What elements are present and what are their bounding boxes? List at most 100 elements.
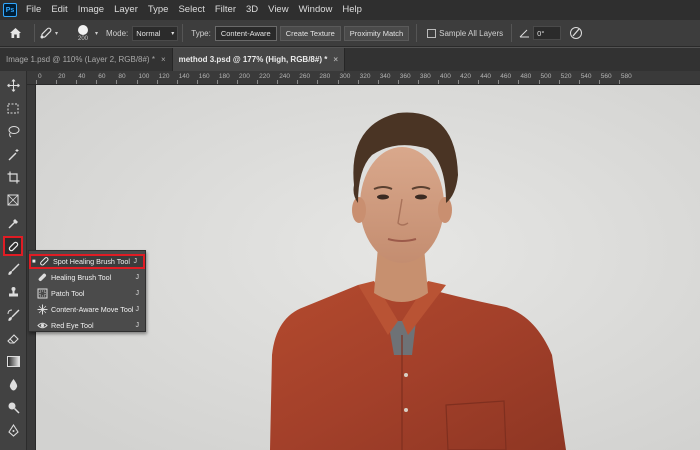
ruler-tick-mark [417,80,419,84]
options-bar: ▾ 200 ▾ Mode: Normal ▾ Type: Content-Awa… [0,20,700,47]
shortcut-key: J [133,258,138,265]
blur-tool[interactable] [3,374,23,394]
eyedropper-icon [8,218,18,228]
ruler-tick-mark [317,80,319,84]
ruler-tick-mark [257,80,259,84]
ruler-tick-label: 140 [178,73,190,80]
ruler-tick-mark [578,80,580,84]
eraser-tool[interactable] [3,328,23,348]
chevron-down-icon[interactable]: ▾ [95,30,98,37]
tab-image-1[interactable]: Image 1.psd @ 110% (Layer 2, RGB/8#) * × [0,48,173,71]
menu-help[interactable]: Help [337,0,367,20]
lasso-tool[interactable] [3,121,23,141]
sample-all-layers-checkbox[interactable] [427,28,437,38]
lasso-icon [8,125,19,137]
menu-filter[interactable]: Filter [210,0,241,20]
separator [416,24,418,42]
close-icon[interactable]: × [333,55,338,64]
brush-tip-icon [78,24,88,35]
menu-window[interactable]: Window [294,0,338,20]
active-bullet-icon: ■ [32,258,36,265]
menu-file[interactable]: File [21,0,46,20]
marquee-tool[interactable] [3,98,23,118]
ruler-tick-label: 580 [620,73,632,80]
photoshop-logo-icon[interactable]: Ps [3,3,17,17]
proximity-match-button[interactable]: Proximity Match [343,25,410,41]
menu-edit[interactable]: Edit [46,0,72,20]
gradient-tool[interactable] [3,351,23,371]
angle-input[interactable]: 0° [533,26,562,40]
ruler-tick-mark [618,80,620,84]
mode-dropdown[interactable]: Normal ▾ [132,25,179,41]
brush-tool[interactable] [3,259,23,279]
history-brush-tool[interactable] [3,305,23,325]
menu-image[interactable]: Image [73,0,109,20]
move-icon [6,78,20,92]
shortcut-key: J [135,322,140,329]
menu-layer[interactable]: Layer [109,0,143,20]
ruler-tick-label: 240 [279,73,291,80]
flyout-item-spot-healing-brush[interactable]: ■ Spot Healing Brush Tool J [29,254,145,269]
spot-healing-brush-icon [40,27,52,39]
crop-tool[interactable] [3,167,23,187]
magic-wand-tool[interactable] [3,144,23,164]
tool-preset-picker[interactable]: ▾ [39,26,69,40]
brush-size-picker[interactable]: 200 [71,24,95,42]
menu-view[interactable]: View [263,0,293,20]
dodge-tool[interactable] [3,397,23,417]
separator [182,24,184,42]
chevron-down-icon: ▾ [171,30,175,37]
flyout-item-healing-brush[interactable]: Healing Brush Tool J [29,270,145,285]
flyout-item-label: Spot Healing Brush Tool [53,257,130,266]
move-tool[interactable] [3,75,23,95]
type-label: Type: [191,28,211,38]
eyedropper-tool[interactable] [3,213,23,233]
menu-3d[interactable]: 3D [241,0,263,20]
flyout-item-content-aware-move[interactable]: Content-Aware Move Tool J [29,302,145,317]
ruler-tick-label: 400 [440,73,451,80]
shortcut-key: J [135,274,140,281]
ruler-tick-label: 560 [600,73,612,80]
ruler-tick-mark [136,80,138,84]
menu-select[interactable]: Select [173,0,209,20]
flyout-item-label: Content-Aware Move Tool [51,305,134,314]
mode-label: Mode: [106,28,129,38]
ruler-tick-label: 320 [359,73,371,80]
ruler-tick-mark [96,80,98,84]
home-button[interactable] [0,20,30,47]
ruler-tick-mark [397,80,399,84]
pen-tool[interactable] [3,420,23,440]
ruler-tick-label: 440 [480,73,492,80]
frame-tool[interactable] [3,190,23,210]
flyout-item-label: Patch Tool [51,289,85,298]
menu-type[interactable]: Type [143,0,174,20]
ruler-tick-label: 60 [98,73,106,80]
dodge-icon [8,402,20,414]
flyout-item-label: Healing Brush Tool [51,273,112,282]
ruler-tick-label: 540 [580,73,592,80]
history-brush-icon [7,309,19,321]
create-texture-button[interactable]: Create Texture [279,25,341,41]
close-icon[interactable]: × [161,55,166,64]
pressure-size-icon[interactable] [569,26,583,40]
ruler-tick-mark [538,80,540,84]
angle-icon [519,29,530,38]
spot-healing-tool[interactable] [3,236,23,256]
ruler-tick-mark [357,80,359,84]
tab-label: Image 1.psd @ 110% (Layer 2, RGB/8#) * [6,55,155,64]
ruler-tick-mark [216,80,218,84]
brush-size-value: 200 [77,35,88,42]
ruler-tick-label: 100 [138,73,150,80]
flyout-item-patch[interactable]: Patch Tool J [29,286,145,301]
flyout-item-red-eye[interactable]: Red Eye Tool J [29,318,145,333]
shortcut-key: J [135,290,140,297]
ruler-tick-mark [297,80,299,84]
content-aware-button[interactable]: Content-Aware [214,25,277,41]
ruler-tick-mark [56,80,58,84]
clone-stamp-tool[interactable] [3,282,23,302]
ruler-tick-label: 160 [198,73,210,80]
tab-method-3[interactable]: method 3.psd @ 177% (High, RGB/8#) * × [172,48,345,71]
ruler-tick-label: 80 [118,73,126,80]
crop-icon [7,171,19,183]
mode-value: Normal [136,28,161,38]
